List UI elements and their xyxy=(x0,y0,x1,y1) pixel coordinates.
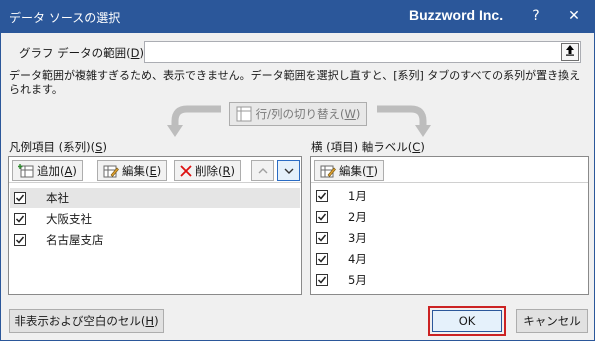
list-item-label: 3月 xyxy=(348,231,367,245)
list-item[interactable]: 4月 xyxy=(312,249,587,269)
switch-left-arrow-icon xyxy=(167,105,221,137)
cancel-button[interactable]: キャンセル xyxy=(516,309,588,333)
legend-entries-heading: 凡例項目 (系列)(S) xyxy=(9,140,107,154)
edit-series-button[interactable]: 編集(E) xyxy=(97,160,168,181)
close-button[interactable]: ✕ xyxy=(561,5,587,27)
chevron-down-icon xyxy=(284,168,293,174)
list-item-label: 2月 xyxy=(348,210,367,224)
data-range-input[interactable] xyxy=(144,41,581,63)
list-item-label: 本社 xyxy=(46,191,69,205)
move-down-button[interactable] xyxy=(277,160,300,181)
title-bar: データ ソースの選択 Buzzword Inc. ? ✕ xyxy=(1,1,594,33)
checkbox[interactable] xyxy=(14,234,26,246)
checkbox[interactable] xyxy=(14,192,26,204)
switch-row-column-button[interactable]: 行/列の切り替え(W) xyxy=(229,102,367,126)
ok-highlight-frame: OK xyxy=(428,306,506,336)
checkmark-icon xyxy=(317,192,327,200)
edit-table-icon xyxy=(320,165,336,177)
checkbox[interactable] xyxy=(316,190,328,202)
delete-x-icon xyxy=(180,164,192,177)
select-data-source-dialog: データ ソースの選択 Buzzword Inc. ? ✕ グラフ データの範囲(… xyxy=(0,0,595,341)
checkbox[interactable] xyxy=(316,211,328,223)
checkmark-icon xyxy=(317,213,327,221)
range-warning-text: データ範囲が複雑すぎるため、表示できません。データ範囲を選択し直すと、[系列] … xyxy=(9,69,581,96)
list-item-label: 名古屋支店 xyxy=(46,233,104,247)
move-up-button[interactable] xyxy=(251,160,274,181)
ok-button[interactable]: OK xyxy=(432,310,502,332)
checkbox[interactable] xyxy=(14,213,26,225)
hidden-empty-cells-button[interactable]: 非表示および空白のセル(H) xyxy=(9,309,164,333)
checkmark-icon xyxy=(317,255,327,263)
checkmark-icon xyxy=(317,276,327,284)
checkmark-icon xyxy=(317,234,327,242)
legend-toolbar: 追加(A) 編集(E) 削除(R) xyxy=(9,157,301,183)
list-item[interactable]: 本社 xyxy=(10,188,300,208)
list-item[interactable]: 2月 xyxy=(312,207,587,227)
list-item[interactable]: 1月 xyxy=(312,186,587,206)
checkbox[interactable] xyxy=(316,232,328,244)
switch-row-column-icon xyxy=(236,106,252,122)
delete-series-button[interactable]: 削除(R) xyxy=(174,160,241,181)
add-series-button[interactable]: 追加(A) xyxy=(12,160,83,181)
switch-right-arrow-icon xyxy=(377,105,431,137)
brand-label: Buzzword Inc. xyxy=(409,7,504,23)
collapse-arrow-icon xyxy=(566,45,574,56)
axis-labels-heading: 横 (項目) 軸ラベル(C) xyxy=(311,140,425,154)
axis-toolbar: 編集(T) xyxy=(311,157,588,183)
switch-row-column-label: 行/列の切り替え(W) xyxy=(255,107,361,121)
list-item[interactable]: 大阪支社 xyxy=(10,209,300,229)
list-item-label: 4月 xyxy=(348,252,367,266)
collapse-dialog-button[interactable] xyxy=(561,43,579,61)
checkmark-icon xyxy=(15,194,25,202)
legend-entries-panel: 追加(A) 編集(E) 削除(R) 本社 大阪支社 名古屋支店 xyxy=(8,156,302,295)
list-item[interactable]: 5月 xyxy=(312,270,587,290)
dialog-title: データ ソースの選択 xyxy=(9,11,121,25)
add-table-icon xyxy=(18,163,34,177)
checkmark-icon xyxy=(15,215,25,223)
edit-axis-labels-button[interactable]: 編集(T) xyxy=(314,160,385,181)
edit-table-icon xyxy=(103,165,119,177)
help-button[interactable]: ? xyxy=(523,5,549,27)
checkbox[interactable] xyxy=(316,253,328,265)
list-item-label: 大阪支社 xyxy=(46,212,92,226)
checkbox[interactable] xyxy=(316,274,328,286)
data-range-label: グラフ データの範囲(D): xyxy=(19,46,148,60)
axis-labels-panel: 編集(T) 1月 2月 3月 4月 5月 xyxy=(310,156,589,295)
chevron-up-icon xyxy=(258,167,267,173)
checkmark-icon xyxy=(15,236,25,244)
list-item-label: 1月 xyxy=(348,189,367,203)
list-item[interactable]: 3月 xyxy=(312,228,587,248)
list-item[interactable]: 名古屋支店 xyxy=(10,230,300,250)
list-item-label: 5月 xyxy=(348,273,367,287)
